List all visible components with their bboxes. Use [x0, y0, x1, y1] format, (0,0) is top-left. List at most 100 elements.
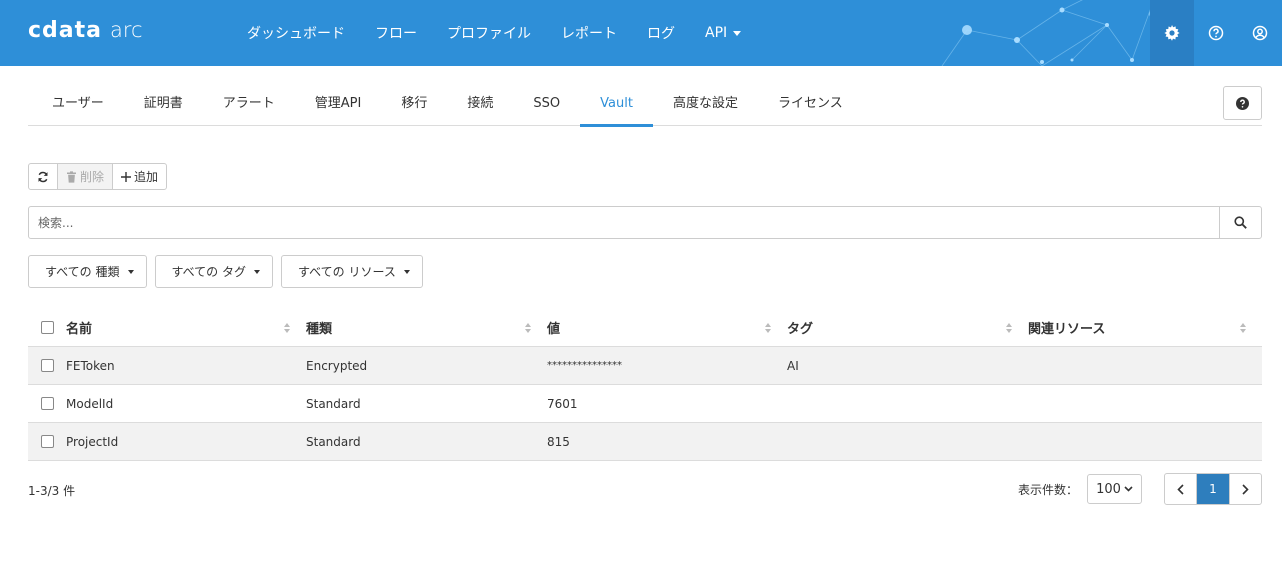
- user-button[interactable]: [1238, 0, 1282, 66]
- next-page-button[interactable]: [1229, 474, 1261, 504]
- row-select-cell: [28, 359, 66, 372]
- cell-type: Encrypted: [306, 358, 368, 373]
- per-page: 表示件数： 100: [1018, 474, 1142, 504]
- nav-profile[interactable]: プロファイル: [432, 23, 546, 43]
- chevron-right-icon: [1242, 483, 1249, 495]
- tag-filter-label: すべての タグ: [171, 265, 247, 279]
- nav-label: ダッシュボード: [247, 26, 345, 42]
- tab-sso[interactable]: SSO: [513, 84, 580, 126]
- cell-tag: AI: [787, 358, 799, 373]
- vault-table: 名前 種類 値 タグ 関連リソース FEToken Encrypted ****…: [28, 309, 1262, 461]
- refresh-icon: [38, 171, 48, 182]
- nav-label: プロファイル: [447, 26, 531, 42]
- column-tag[interactable]: タグ: [787, 318, 1028, 337]
- nav-dashboard[interactable]: ダッシュボード: [232, 23, 360, 43]
- header-icons: [1150, 0, 1282, 66]
- table-header: 名前 種類 値 タグ 関連リソース: [28, 309, 1262, 347]
- pagination: 1: [1164, 473, 1262, 505]
- sort-icon: [284, 322, 290, 333]
- page-help-button[interactable]: [1223, 86, 1262, 120]
- search-icon: [1234, 216, 1247, 229]
- tab-alerts[interactable]: アラート: [203, 84, 295, 126]
- nav-label: API: [705, 25, 728, 41]
- help-button[interactable]: [1194, 0, 1238, 66]
- settings-button[interactable]: [1150, 0, 1194, 66]
- nav-logs[interactable]: ログ: [632, 23, 690, 43]
- per-page-select[interactable]: 100: [1087, 474, 1142, 504]
- top-header: cdata arc ダッシュボード フロー プロファイル レポート ログ API: [0, 0, 1282, 66]
- nav-label: ログ: [647, 26, 675, 42]
- column-value[interactable]: 値: [547, 318, 787, 337]
- cell-value: ***************: [547, 360, 622, 371]
- search-bar: [28, 206, 1262, 239]
- table-row[interactable]: FEToken Encrypted *************** AI: [28, 347, 1262, 385]
- add-label: 追加: [134, 170, 159, 184]
- tab-license[interactable]: ライセンス: [758, 84, 863, 126]
- type-filter-dropdown[interactable]: すべての 種類: [28, 255, 147, 288]
- caret-down-icon: [254, 269, 260, 274]
- nav-reports[interactable]: レポート: [546, 23, 632, 43]
- sort-icon: [1240, 322, 1246, 333]
- column-related-resources[interactable]: 関連リソース: [1028, 318, 1262, 337]
- prev-page-button[interactable]: [1165, 474, 1197, 504]
- tab-users[interactable]: ユーザー: [28, 84, 124, 126]
- main-nav: ダッシュボード フロー プロファイル レポート ログ API: [232, 0, 756, 66]
- delete-button[interactable]: 削除: [58, 164, 114, 189]
- sort-icon: [525, 322, 531, 333]
- search-input[interactable]: [29, 207, 1219, 238]
- nav-flows[interactable]: フロー: [360, 23, 432, 43]
- row-checkbox[interactable]: [40, 435, 54, 448]
- plus-icon: [121, 171, 132, 182]
- caret-down-icon: [403, 269, 410, 274]
- cell-name: ProjectId: [66, 434, 119, 449]
- add-button[interactable]: 追加: [113, 164, 166, 189]
- logo[interactable]: cdata arc: [28, 18, 143, 43]
- help-icon: [1208, 25, 1224, 41]
- select-all-checkbox[interactable]: [40, 321, 54, 334]
- record-count: 1-3/3 件: [28, 484, 76, 498]
- row-select-cell: [28, 435, 66, 448]
- tab-vault[interactable]: Vault: [580, 84, 653, 127]
- caret-down-icon: [127, 269, 134, 274]
- cell-name: FEToken: [66, 358, 115, 373]
- table-row[interactable]: ProjectId Standard 815: [28, 423, 1262, 461]
- chevron-down-icon: [1124, 486, 1133, 492]
- type-filter-label: すべての 種類: [45, 265, 120, 279]
- row-checkbox[interactable]: [40, 397, 54, 410]
- column-name[interactable]: 名前: [66, 318, 306, 337]
- column-label: タグ: [787, 322, 814, 337]
- tab-admin-api[interactable]: 管理API: [295, 84, 382, 126]
- chevron-left-icon: [1177, 483, 1184, 495]
- delete-label: 削除: [80, 170, 105, 184]
- row-checkbox[interactable]: [40, 359, 54, 372]
- cell-type: Standard: [306, 434, 361, 449]
- tag-filter-dropdown[interactable]: すべての タグ: [154, 255, 273, 288]
- settings-tabs: ユーザー 証明書 アラート 管理API 移行 接続 SSO Vault 高度な設…: [28, 84, 1262, 127]
- resource-filter-dropdown[interactable]: すべての リソース: [281, 255, 423, 288]
- nav-api[interactable]: API: [690, 25, 756, 41]
- column-label: 値: [547, 322, 561, 337]
- resource-filter-label: すべての リソース: [298, 265, 396, 279]
- user-icon: [1252, 25, 1268, 41]
- tab-connections[interactable]: 接続: [447, 84, 513, 126]
- table-row[interactable]: ModelId Standard 7601: [28, 385, 1262, 423]
- filters: すべての 種類 すべての タグ すべての リソース: [28, 255, 423, 288]
- help-icon: [1236, 96, 1249, 110]
- trash-icon: [67, 170, 76, 183]
- tab-certificates[interactable]: 証明書: [124, 84, 203, 126]
- cell-type: Standard: [306, 396, 361, 411]
- per-page-value: 100: [1096, 481, 1121, 497]
- tab-advanced[interactable]: 高度な設定: [653, 84, 758, 126]
- search-button[interactable]: [1219, 207, 1261, 238]
- page-button-current[interactable]: 1: [1197, 474, 1229, 504]
- per-page-label: 表示件数：: [1017, 482, 1078, 497]
- toolbar: 削除 追加: [28, 163, 168, 190]
- tab-migration[interactable]: 移行: [381, 84, 447, 126]
- sort-icon: [765, 322, 771, 333]
- cell-name: ModelId: [66, 396, 114, 411]
- refresh-button[interactable]: [29, 164, 58, 189]
- column-type[interactable]: 種類: [306, 318, 547, 337]
- column-label: 名前: [66, 322, 93, 337]
- nav-label: フロー: [375, 26, 417, 42]
- select-all-cell: [28, 321, 66, 334]
